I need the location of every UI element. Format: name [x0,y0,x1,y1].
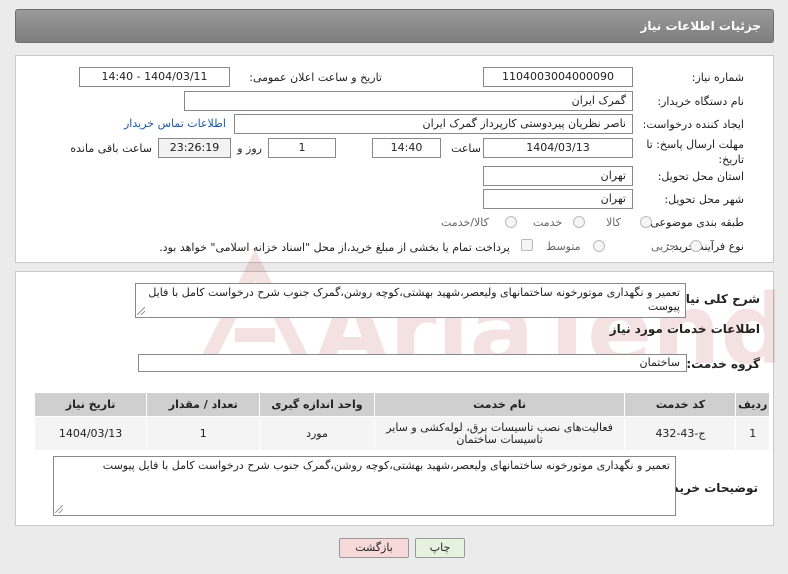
summary-resize-grip[interactable] [137,307,145,315]
services-table: ردیف کد خدمت نام خدمت واحد اندازه گیری ت… [33,392,770,451]
remaining-days-field: 1 [268,138,336,158]
category-goods-radio[interactable] [640,216,652,228]
cell-code: ج-43-432 [624,416,737,451]
category-service-label: خدمت [533,216,563,229]
col-index: ردیف [735,392,770,417]
need-number-field: 1104003004000090 [483,67,633,87]
deadline-time-label: ساعت [451,142,481,155]
col-code: کد خدمت [624,392,737,417]
treasury-payment-note: پرداخت تمام یا بخشی از مبلغ خرید،از محل … [159,241,510,254]
city-label: شهر محل تحویل: [664,193,744,206]
col-date: تاریخ نیاز [33,392,148,417]
creator-label: ایجاد کننده درخواست: [642,118,744,131]
summary-text: تعمیر و نگهداری موتورخونه ساختمانهای ولی… [135,283,686,318]
services-section-title: اطلاعات خدمات مورد نیاز [609,322,760,336]
col-qty: تعداد / مقدار [146,392,261,417]
col-name: نام خدمت [373,392,626,417]
cell-index: 1 [735,416,770,451]
process-medium-radio[interactable] [593,240,605,252]
announce-datetime-label: تاریخ و ساعت اعلان عمومی: [249,71,382,84]
col-unit: واحد اندازه گیری [259,392,375,417]
cell-date: 1404/03/13 [33,416,148,451]
service-group-label: گروه خدمت: [686,357,760,371]
creator-field: ناصر نظریان پیردوستی کارپرداز گمرک ایران [234,114,633,134]
page-header: جزئیات اطلاعات نیاز [15,9,774,43]
buyer-org-field: گمرک ایران [184,91,633,111]
service-group-field: ساختمان [138,354,687,372]
process-minor-label: جزیی [651,240,677,253]
buyer-notes-resize-grip[interactable] [55,505,63,513]
print-button[interactable]: چاپ [415,538,465,558]
process-minor-radio[interactable] [690,240,702,252]
category-goods-label: کالا [606,216,621,229]
services-table-header: ردیف کد خدمت نام خدمت واحد اندازه گیری ت… [33,392,770,417]
need-number-label: شماره نیاز: [691,71,744,84]
city-field: تهران [483,189,633,209]
treasury-payment-checkbox[interactable] [521,239,533,251]
category-service-radio[interactable] [573,216,585,228]
deadline-label: مهلت ارسال پاسخ: تا تاریخ: [646,138,744,166]
buyer-notes-text: تعمیر و نگهداری موتورخونه ساختمانهای ولی… [53,456,676,516]
province-label: استان محل تحویل: [657,170,744,183]
remaining-time-label: ساعت باقی مانده [70,142,152,155]
category-both-radio[interactable] [505,216,517,228]
buyer-org-label: نام دستگاه خریدار: [657,95,744,108]
buyer-contact-link[interactable]: اطلاعات تماس خریدار [124,117,226,130]
deadline-date-field: 1404/03/13 [483,138,633,158]
province-field: تهران [483,166,633,186]
process-medium-label: متوسط [546,240,581,253]
category-label: طبقه بندی موضوعی: [646,216,744,229]
process-type-label: نوع فرآیند خرید : [666,240,744,253]
category-both-label: کالا/خدمت [441,216,489,229]
cell-qty: 1 [146,416,261,451]
remaining-days-label: روز و [237,142,262,155]
back-button[interactable]: بازگشت [339,538,409,558]
deadline-time-field: 14:40 [372,138,441,158]
table-row: 1 ج-43-432 فعالیت‌های نصب تاسیسات برق، ل… [33,416,770,451]
cell-name: فعالیت‌های نصب تاسیسات برق، لوله‌کشی و س… [373,416,626,451]
cell-unit: مورد [259,416,375,451]
page-title: جزئیات اطلاعات نیاز [640,19,761,33]
remaining-time-field: 23:26:19 [158,138,231,158]
announce-datetime-field: 1404/03/11 - 14:40 [79,67,230,87]
summary-label: شرح کلی نیاز: [674,292,760,306]
